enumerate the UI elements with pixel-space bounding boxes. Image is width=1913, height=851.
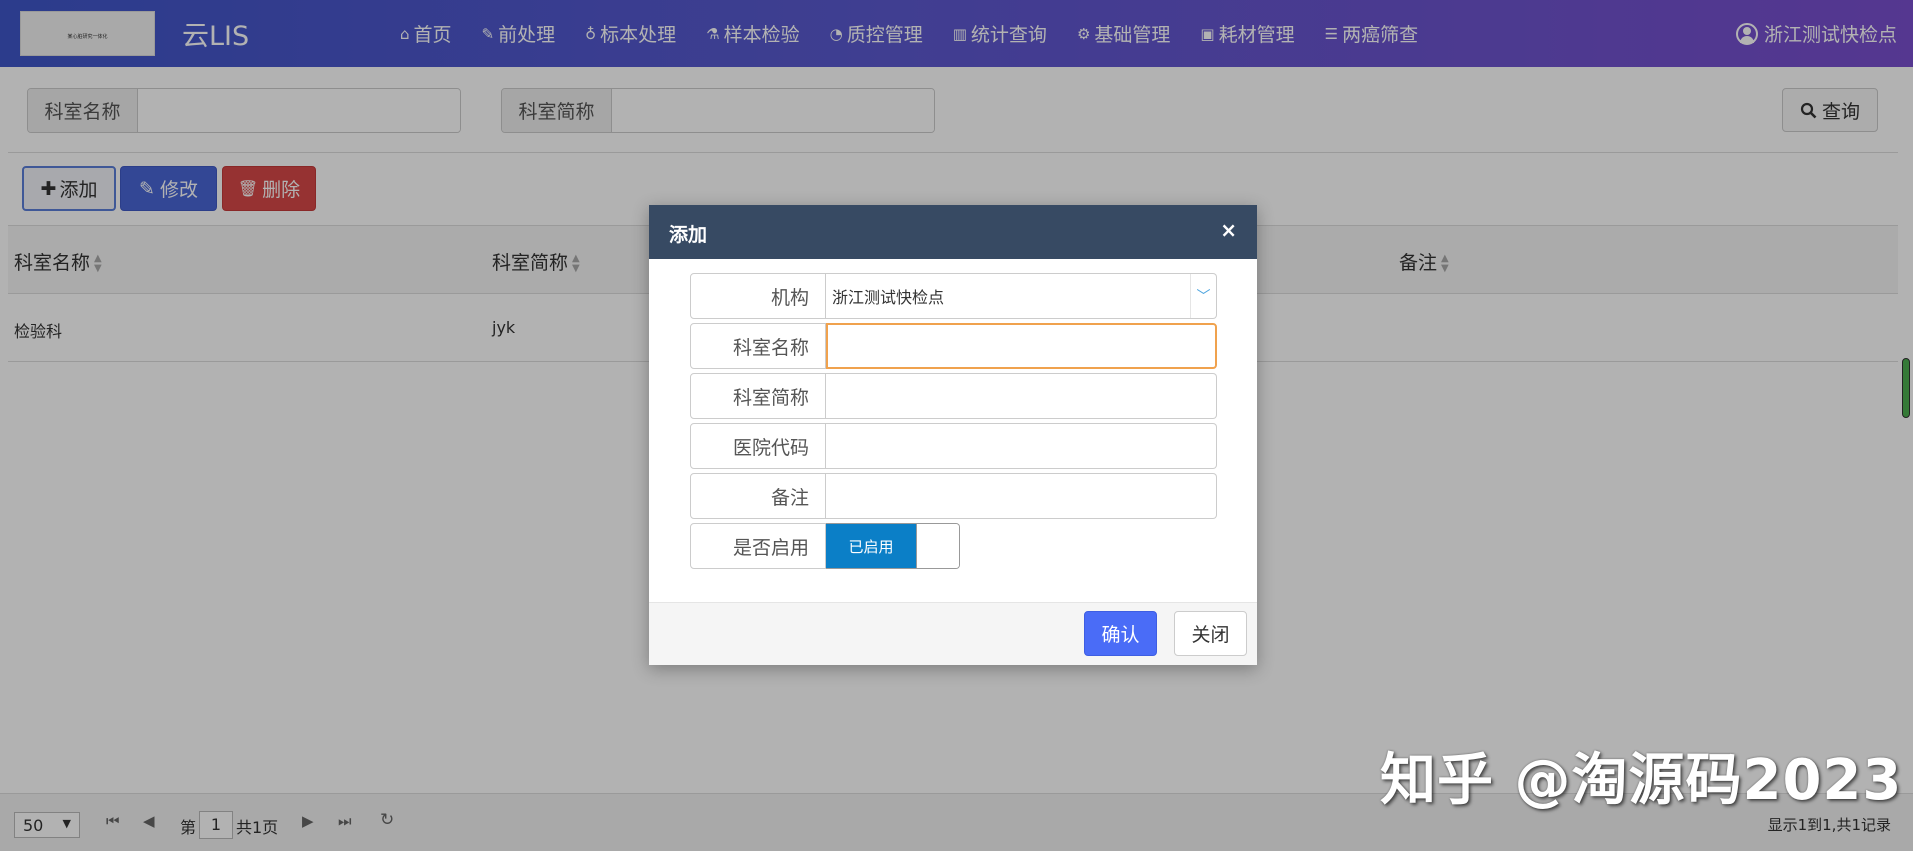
- org-field-row: 机构 浙江测试快检点 ﹀: [690, 273, 1217, 319]
- dept-abbr-label: 科室简称: [690, 373, 826, 419]
- hospital-code-input[interactable]: [826, 423, 1217, 469]
- toggle-knob: [916, 524, 959, 568]
- close-button[interactable]: 关闭: [1174, 611, 1247, 656]
- confirm-button[interactable]: 确认: [1084, 611, 1157, 656]
- org-select-value: 浙江测试快检点: [832, 288, 945, 307]
- dept-name-field-row: 科室名称: [690, 323, 1217, 369]
- add-dept-modal: 添加 × 机构 浙江测试快检点 ﹀ 科室名称 科室简称 医院代码 备注 是否启用…: [649, 205, 1257, 665]
- org-label: 机构: [690, 273, 826, 319]
- close-icon[interactable]: ×: [1220, 218, 1237, 242]
- modal-header: 添加 ×: [649, 205, 1257, 259]
- chevron-down-icon: ﹀: [1190, 274, 1216, 318]
- toggle-on-label: 已启用: [826, 524, 916, 568]
- watermark: 知乎 @淘源码2023: [1380, 748, 1903, 813]
- dept-name-input[interactable]: [826, 323, 1217, 369]
- enabled-toggle[interactable]: 已启用: [826, 523, 960, 569]
- modal-footer: 确认 关闭: [649, 602, 1257, 665]
- dept-abbr-field-row: 科室简称: [690, 373, 1217, 419]
- remark-input[interactable]: [826, 473, 1217, 519]
- org-select[interactable]: 浙江测试快检点 ﹀: [826, 273, 1217, 319]
- modal-title: 添加: [669, 224, 708, 246]
- remark-label: 备注: [690, 473, 826, 519]
- enabled-label: 是否启用: [690, 523, 826, 569]
- dept-abbr-input[interactable]: [826, 373, 1217, 419]
- hospital-code-field-row: 医院代码: [690, 423, 1217, 469]
- dept-name-label: 科室名称: [690, 323, 826, 369]
- hospital-code-label: 医院代码: [690, 423, 826, 469]
- remark-field-row: 备注: [690, 473, 1217, 519]
- enabled-field-row: 是否启用 已启用: [690, 523, 1217, 569]
